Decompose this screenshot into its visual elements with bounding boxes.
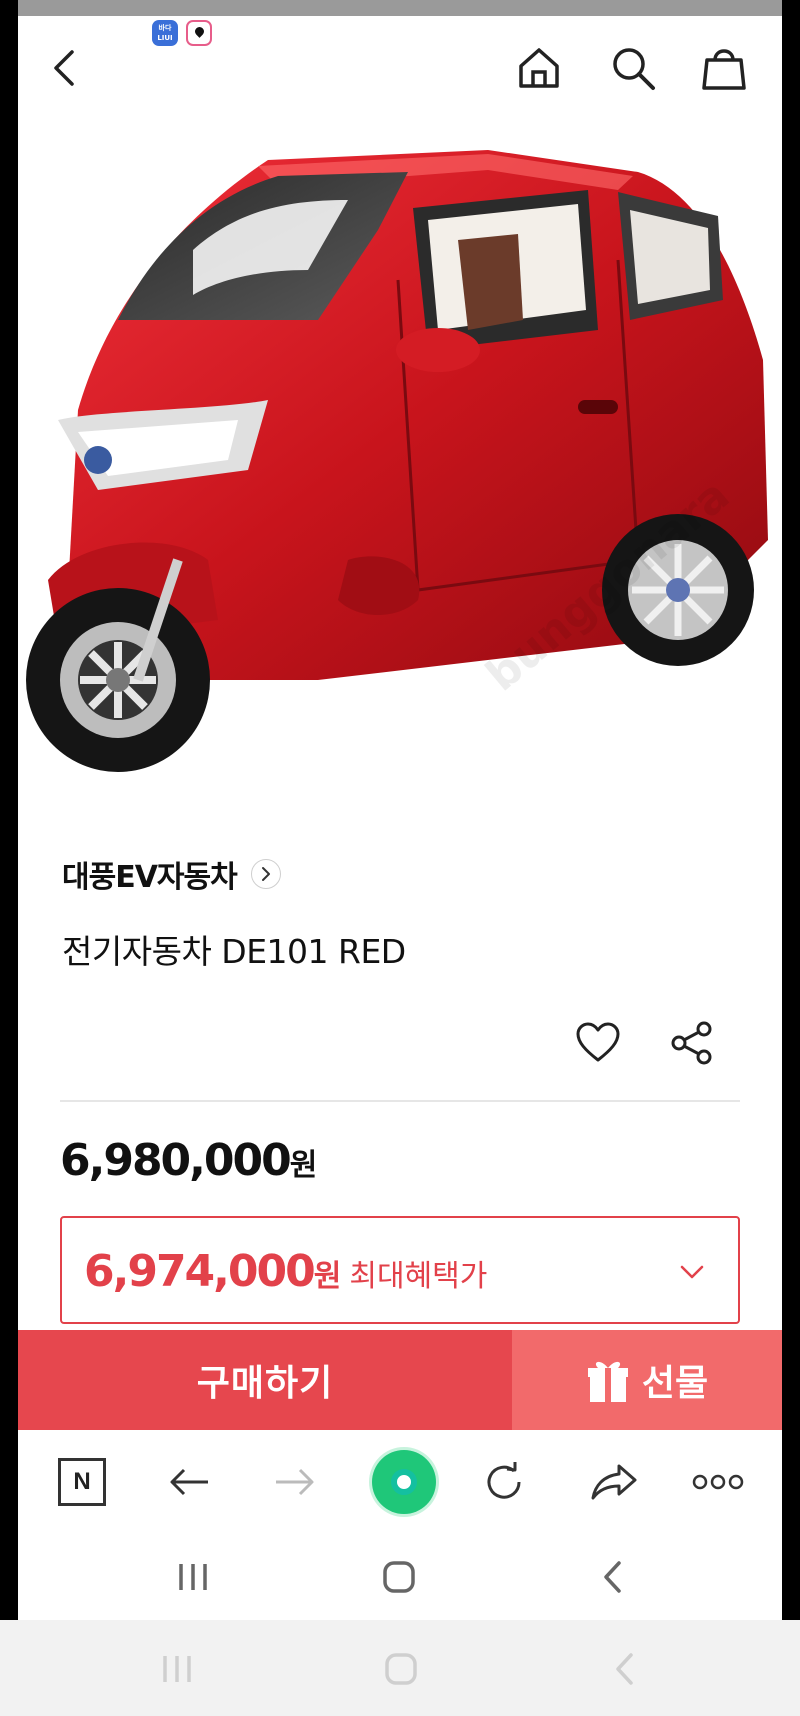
chevron-left-icon [616,1653,633,1685]
system-home-button[interactable] [374,1552,424,1602]
divider [60,1100,740,1102]
home-button[interactable] [511,40,567,96]
device-home-button[interactable] [376,1644,426,1694]
chevron-down-icon [680,1265,704,1279]
product-title: 전기자동차 DE101 RED [62,932,406,971]
electric-car-illustration [26,150,768,772]
browser-toolbar: N [18,1432,782,1532]
chevron-left-icon [54,50,74,86]
product-actions [570,1015,750,1075]
chevron-right-icon [250,859,281,889]
benefit-unit: 원 [313,1259,342,1294]
gift-icon [587,1361,628,1402]
recent-apps-button[interactable] [168,1552,218,1602]
gift-button-label: 선물 [641,1363,709,1404]
shopping-bag-icon [702,49,746,90]
arrow-left-icon [170,1468,208,1496]
rounded-square-icon [385,1653,417,1685]
regular-price: 6,980,000원 [60,1135,317,1186]
system-back-button[interactable] [588,1552,638,1602]
recent-apps-icon [179,1564,207,1590]
system-navigation-bar [18,1534,782,1620]
search-icon [613,48,655,90]
recent-apps-icon [163,1656,191,1682]
browser-share-button[interactable] [586,1454,642,1510]
cart-button[interactable] [696,40,752,96]
naver-logo-text: N [73,1468,91,1495]
more-button[interactable] [690,1454,746,1510]
back-button[interactable] [38,40,94,96]
chevron-left-icon [604,1561,621,1593]
price-amount: 6,980,000 [60,1135,292,1186]
expand-benefit-button[interactable] [672,1252,712,1292]
share-button[interactable] [664,1015,720,1071]
device-recent-apps-button[interactable] [152,1644,202,1694]
home-icon [519,48,559,88]
browser-back-button[interactable] [162,1454,218,1510]
wishlist-button[interactable] [570,1015,626,1071]
forward-share-icon [591,1464,637,1500]
reload-button[interactable] [476,1454,532,1510]
browser-forward-button[interactable] [266,1454,322,1510]
device-frame-right [782,0,800,1620]
status-bar [18,0,782,16]
device-frame-left [0,0,18,1620]
device-navigation-bar [0,1620,800,1716]
heart-icon [576,1022,620,1062]
benefit-label: 최대혜택가 [349,1259,488,1294]
green-dot-icon [372,1450,436,1514]
app-screen: 바다 LIUI bunggonara 대풍EV자동차 전기자동차 DE101 R… [18,0,782,1620]
naver-home-button[interactable]: N [54,1454,110,1510]
top-header [18,40,782,100]
share-icon [671,1021,712,1065]
purchase-bar: 구매하기 선물 [18,1330,782,1430]
more-dots-icon [692,1474,744,1490]
phone-screen: 바다 LIUI bunggonara 대풍EV자동차 전기자동차 DE101 R… [0,0,800,1716]
benefit-amount: 6,974,000 [84,1246,316,1297]
buy-button[interactable]: 구매하기 [18,1330,512,1430]
price-unit: 원 [289,1148,318,1183]
arrow-right-icon [276,1468,314,1496]
brand-name: 대풍EV자동차 [62,860,238,895]
brand-link[interactable]: 대풍EV자동차 [62,852,281,896]
max-benefit-price-box[interactable]: 6,974,000원 최대혜택가 [60,1216,740,1324]
device-back-button[interactable] [600,1644,650,1694]
buy-button-label: 구매하기 [196,1363,334,1404]
product-image[interactable]: bunggonara [18,120,782,820]
rounded-square-icon [383,1561,415,1593]
gift-button[interactable]: 선물 [512,1330,782,1430]
naver-logo-icon: N [58,1458,106,1506]
search-button[interactable] [605,40,661,96]
refresh-icon [487,1462,521,1499]
green-dot-button[interactable] [368,1446,440,1518]
benefit-price: 6,974,000원 최대혜택가 [84,1246,487,1297]
